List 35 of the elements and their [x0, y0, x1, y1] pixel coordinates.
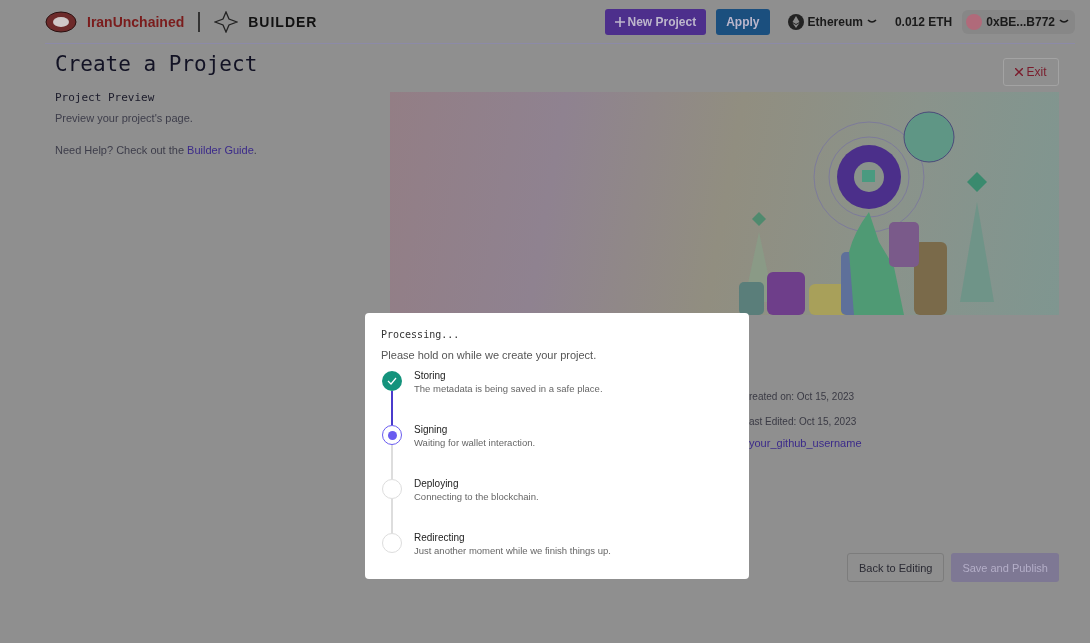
builder-guide-link[interactable]: Builder Guide [187, 144, 254, 156]
step-description: The metadata is being saved in a safe place. [414, 383, 603, 394]
date-text: ast Edited: Oct 15, 2023 [749, 416, 858, 427]
account-button[interactable]: 0xBE...B772 [962, 9, 1075, 34]
section-title: Project Preview [55, 91, 156, 104]
apply-button[interactable]: Apply [716, 8, 770, 35]
dialog-subtitle: Please hold on while we create your project. [381, 349, 598, 361]
page-title: Create a Project [55, 52, 259, 76]
balance-text: 0.012 ETH [894, 14, 953, 29]
chevron-down-icon [1059, 18, 1069, 25]
step-title: Deploying [414, 478, 460, 489]
exit-button[interactable]: Exit [1003, 58, 1059, 86]
step-description: Connecting to the blockchain. [414, 491, 539, 502]
chevron-down-icon [866, 18, 877, 25]
avatar-icon [966, 13, 983, 30]
section-subtitle: Preview your project's page. [55, 112, 194, 124]
close-icon [1015, 68, 1024, 76]
step-title: Redirecting [414, 532, 466, 543]
sparkle-icon [214, 10, 239, 33]
network-selector[interactable]: Ethereum [779, 13, 885, 30]
help-text: Need Help? Check out the Builder Guide. [55, 144, 258, 156]
back-button[interactable]: Back to Editing [847, 553, 945, 582]
step-title: Storing [414, 370, 447, 381]
step-description: Just another moment while we finish things up. [414, 545, 611, 556]
logo-icon [45, 10, 77, 33]
product-name: BUILDER [248, 13, 318, 30]
github-link[interactable]: your_github_username [749, 437, 1059, 449]
dialog-title: Processing... [381, 329, 461, 340]
plus-icon [614, 16, 625, 27]
step-title: Signing [414, 424, 449, 435]
date-text: reated on: Oct 15, 2023 [749, 391, 856, 402]
ethereum-icon [787, 13, 804, 30]
step-description: Waiting for wallet interaction. [414, 437, 536, 448]
brand-name: IranUnchained [87, 13, 185, 30]
new-project-button[interactable]: New Project [604, 8, 707, 35]
